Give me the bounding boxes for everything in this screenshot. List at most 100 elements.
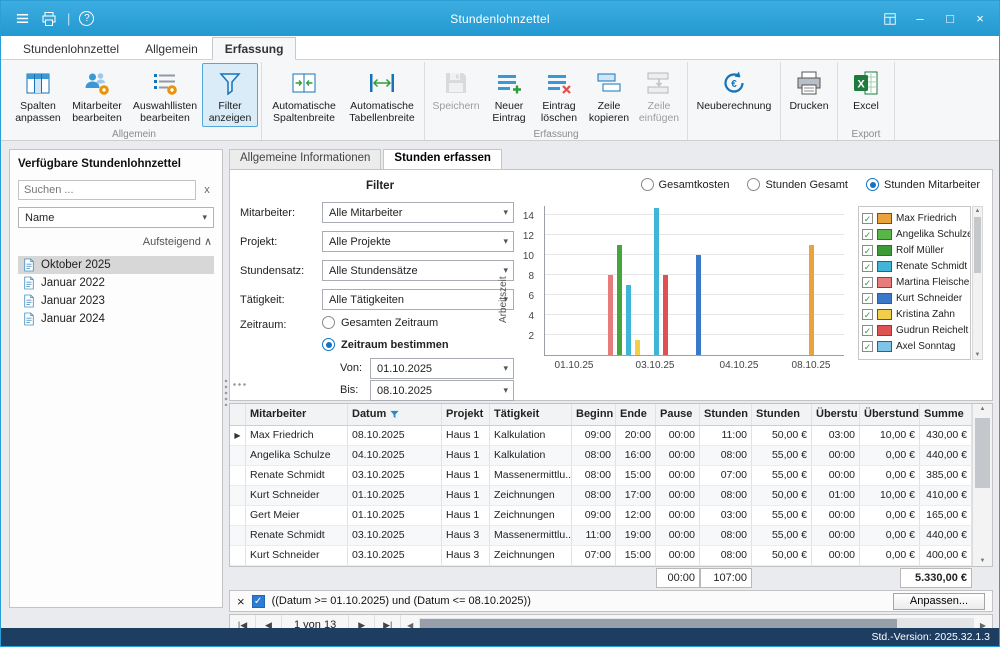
zeitraum-bestimmen-radio[interactable]: Zeitraum bestimmen [322,338,449,351]
table-row[interactable]: Gert Meier01.10.2025Haus 1Zeichnungen09:… [230,506,972,526]
menu-tab-stundenlohnzettel[interactable]: Stundenlohnzettel [11,38,131,59]
table-row[interactable]: ▶Max Friedrich08.10.2025Haus 1Kalkulatio… [230,426,972,446]
legend-checkbox[interactable]: ✓ [862,325,873,336]
bis-date-select[interactable]: 08.10.2025 ▾ [370,380,514,401]
help-icon[interactable]: ? [79,11,94,26]
excel-export-button[interactable]: X Excel [841,63,891,127]
column-header[interactable]: Ende [616,404,656,425]
scroll-up-icon[interactable]: ▲ [973,208,982,214]
table-scrollbar-thumb[interactable] [975,418,990,488]
maximize-button[interactable]: □ [935,6,965,32]
filter-active-checkbox[interactable]: ✓ [252,595,265,608]
column-header[interactable]: Tätigkeit [490,404,572,425]
column-header[interactable]: Mitarbeiter [246,404,348,425]
column-filter-icon[interactable] [389,409,400,420]
table-row[interactable]: Kurt Schneider01.10.2025Haus 1Zeichnunge… [230,486,972,506]
scroll-up-icon[interactable]: ▲ [973,406,992,412]
taetigkeit-select[interactable]: Alle Tätigkeiten ▾ [322,289,514,310]
menu-tab-erfassung[interactable]: Erfassung [212,37,297,60]
panel-splitter-handle[interactable] [232,382,248,387]
sidebar-item[interactable]: Januar 2024 [18,310,214,328]
sort-field-select[interactable]: Name ▾ [18,207,214,228]
column-header[interactable]: Projekt [442,404,490,425]
legend-checkbox[interactable]: ✓ [862,261,873,272]
column-header[interactable] [230,404,246,425]
view-gesamtkosten-radio[interactable]: Gesamtkosten [641,178,730,191]
filter-anzeigen-button[interactable]: Filter anzeigen [202,63,258,127]
menu-tab-allgemein[interactable]: Allgemein [133,38,210,59]
legend-item[interactable]: ✓Max Friedrich [862,210,970,226]
spalten-anpassen-button[interactable]: Spalten anpassen [10,63,66,127]
table-row[interactable]: Renate Schmidt03.10.2025Haus 1Massenermi… [230,466,972,486]
print-icon[interactable] [40,10,58,28]
automatische-spaltenbreite-button[interactable]: Automatische Spaltenbreite [265,63,343,127]
gesamten-zeitraum-radio[interactable]: Gesamten Zeitraum [322,316,438,329]
stundensatz-select[interactable]: Alle Stundensätze ▾ [322,260,514,281]
tab-allgemeine-informationen[interactable]: Allgemeine Informationen [229,149,381,169]
app-menu-icon[interactable] [13,10,31,28]
legend-item[interactable]: ✓Axel Sonntag [862,338,970,354]
remove-filter-icon[interactable]: × [237,596,245,607]
table-row[interactable]: Renate Schmidt03.10.2025Haus 3Massenermi… [230,526,972,546]
neuberechnung-button[interactable]: € Neuberechnung [691,63,777,127]
sort-order-toggle[interactable]: Aufsteigend ∧ [18,235,214,248]
table-row[interactable]: Kurt Schneider03.10.2025Haus 3Zeichnunge… [230,546,972,566]
automatische-tabellenbreite-button[interactable]: Automatische Tabellenbreite [343,63,421,127]
legend-item[interactable]: ✓Kristina Zahn [862,306,970,322]
legend-item[interactable]: ✓Renate Schmidt [862,258,970,274]
legend-checkbox[interactable]: ✓ [862,341,873,352]
drucken-button[interactable]: Drucken [784,63,834,127]
sidebar-item[interactable]: Oktober 2025 [18,256,214,274]
sidebar-item[interactable]: Januar 2023 [18,292,214,310]
column-header[interactable]: Überstu [812,404,860,425]
projekt-select[interactable]: Alle Projekte ▾ [322,231,514,252]
column-header[interactable]: Stunden [700,404,752,425]
mitarbeiter-bearbeiten-button[interactable]: Mitarbeiter bearbeiten [66,63,128,127]
mitarbeiter-select[interactable]: Alle Mitarbeiter ▾ [322,202,514,223]
legend-checkbox[interactable]: ✓ [862,293,873,304]
table-cell: Haus 1 [442,466,490,485]
column-header[interactable]: Pause [656,404,700,425]
minimize-button[interactable]: – [905,6,935,32]
table-row[interactable]: Angelika Schulze04.10.2025Haus 1Kalkulat… [230,446,972,466]
legend-item[interactable]: ✓Gudrun Reichelt [862,322,970,338]
scroll-down-icon[interactable]: ▼ [973,558,992,564]
layout-icon[interactable] [875,6,905,32]
column-header[interactable]: Beginn [572,404,616,425]
column-header[interactable]: Stunden [752,404,812,425]
legend-scrollbar[interactable]: ▲ ▼ [972,206,983,360]
column-header[interactable]: Überstunde [860,404,920,425]
view-stunden-mitarbeiter-radio[interactable]: Stunden Mitarbeiter [866,178,980,191]
legend-checkbox[interactable]: ✓ [862,213,873,224]
legend-item[interactable]: ✓Angelika Schulze [862,226,970,242]
sidebar-splitter-handle[interactable] [224,378,228,406]
legend-item[interactable]: ✓Martina Fleischer [862,274,970,290]
table-vertical-scrollbar[interactable]: ▲ ▼ [972,404,992,566]
clear-search-icon[interactable]: x [200,184,214,196]
tab-stunden-erfassen[interactable]: Stunden erfassen [383,149,502,169]
neuer-eintrag-button[interactable]: Neuer Eintrag [484,63,534,127]
scroll-down-icon[interactable]: ▼ [973,352,982,358]
column-header[interactable]: Datum [348,404,442,425]
table-cell: 50,00 € [752,546,812,565]
von-date-select[interactable]: 01.10.2025 ▾ [370,358,514,379]
anpassen-button[interactable]: Anpassen... [893,593,985,610]
auswahllisten-bearbeiten-button[interactable]: Auswahllisten bearbeiten [128,63,202,127]
column-header[interactable]: Summe [920,404,972,425]
legend-checkbox[interactable]: ✓ [862,277,873,288]
legend-checkbox[interactable]: ✓ [862,309,873,320]
zeile-einfuegen-button[interactable]: Zeile einfügen [634,63,684,127]
sidebar-item[interactable]: Januar 2022 [18,274,214,292]
eintrag-loeschen-button[interactable]: Eintrag löschen [534,63,584,127]
legend-checkbox[interactable]: ✓ [862,245,873,256]
legend-item[interactable]: ✓Kurt Schneider [862,290,970,306]
speichern-button[interactable]: Speichern [428,63,484,127]
legend-checkbox[interactable]: ✓ [862,229,873,240]
zeile-kopieren-button[interactable]: Zeile kopieren [584,63,634,127]
legend-scrollbar-thumb[interactable] [974,217,981,273]
legend-item[interactable]: ✓Rolf Müller [862,242,970,258]
view-stunden-gesamt-radio[interactable]: Stunden Gesamt [747,178,848,191]
table-cell: 08:00 [700,486,752,505]
close-button[interactable]: × [965,6,995,32]
search-input[interactable] [18,180,196,200]
